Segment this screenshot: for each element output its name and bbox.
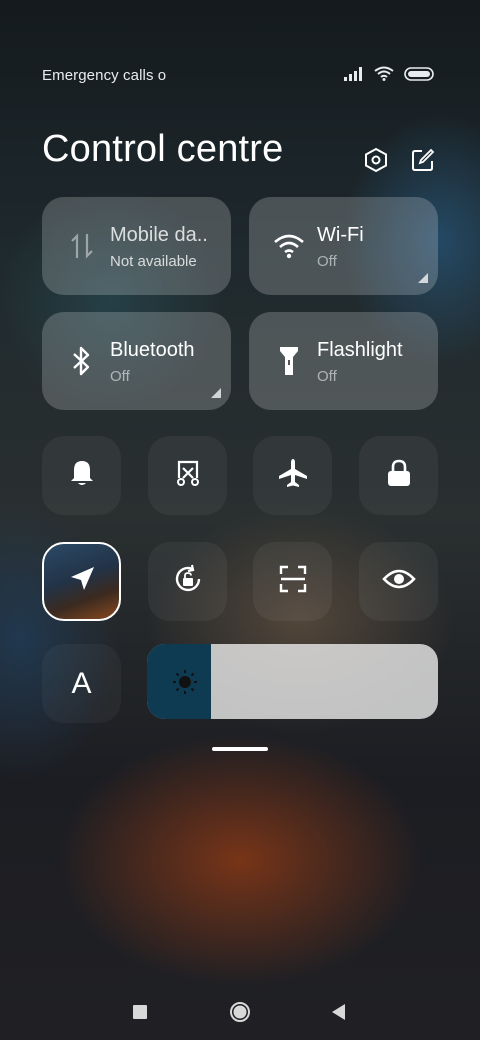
tile-status: Not available	[110, 253, 197, 270]
tile-bluetooth[interactable]: Bluetooth Off	[42, 312, 231, 410]
screenshot-icon	[173, 458, 203, 493]
toggle-location[interactable]	[42, 542, 121, 621]
toggle-sound[interactable]	[42, 436, 121, 515]
location-icon	[67, 564, 97, 599]
font-size-label: A	[71, 666, 92, 700]
lock-icon	[385, 458, 413, 493]
toggle-font-size[interactable]: A	[42, 644, 121, 723]
bluetooth-icon	[66, 345, 98, 377]
brightness-icon	[171, 668, 199, 696]
recents-icon[interactable]	[128, 1000, 152, 1024]
toggle-lock[interactable]	[359, 436, 438, 515]
tile-status: Off	[110, 368, 130, 385]
settings-icon[interactable]	[362, 146, 390, 174]
tile-label: Mobile da..	[110, 224, 208, 246]
toggle-rotation-lock[interactable]	[148, 542, 227, 621]
page-title: Control centre	[42, 128, 284, 170]
tile-label: Bluetooth	[110, 339, 195, 361]
tile-status: Off	[317, 368, 337, 385]
scanner-icon	[278, 564, 308, 599]
rotation-lock-icon	[172, 563, 204, 600]
eye-icon	[381, 567, 416, 596]
tile-status: Off	[317, 253, 337, 270]
tile-label: Flashlight	[317, 339, 403, 361]
brightness-slider[interactable]	[147, 644, 438, 719]
expand-corner-icon[interactable]	[211, 388, 221, 398]
toggle-screenshot[interactable]	[148, 436, 227, 515]
back-icon[interactable]	[326, 1000, 350, 1024]
tile-mobile-data[interactable]: Mobile da.. Not available	[42, 197, 231, 295]
toggle-airplane[interactable]	[253, 436, 332, 515]
tile-flashlight[interactable]: Flashlight Off	[249, 312, 438, 410]
tile-wifi[interactable]: Wi-Fi Off	[249, 197, 438, 295]
bell-icon	[68, 458, 96, 493]
toggle-reading-mode[interactable]	[359, 542, 438, 621]
battery-icon	[404, 66, 434, 86]
signal-icon	[344, 66, 364, 86]
status-text: Emergency calls o	[42, 67, 167, 84]
flashlight-icon	[273, 345, 305, 377]
wifi-icon	[374, 66, 394, 86]
toggle-scanner[interactable]	[253, 542, 332, 621]
collapse-handle[interactable]	[212, 747, 268, 751]
home-icon[interactable]	[228, 1000, 252, 1024]
wifi-icon	[273, 230, 305, 262]
expand-corner-icon[interactable]	[418, 273, 428, 283]
airplane-icon	[277, 457, 309, 494]
mobile-data-icon	[66, 230, 98, 262]
tile-label: Wi-Fi	[317, 224, 364, 246]
edit-icon[interactable]	[409, 146, 437, 174]
status-icons	[344, 66, 434, 86]
